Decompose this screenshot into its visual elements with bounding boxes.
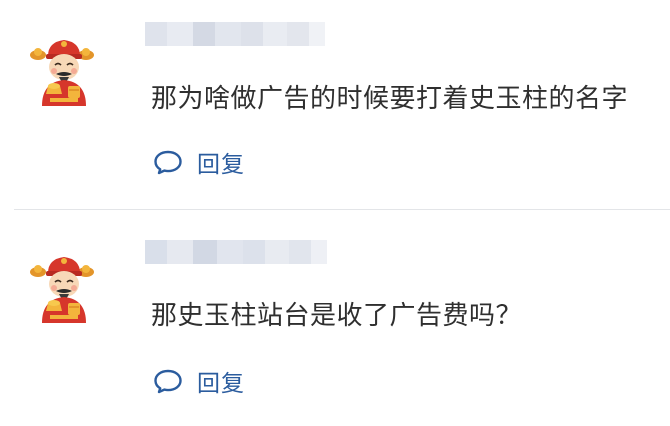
comment-item: 那为啥做广告的时候要打着史玉柱的名字 回复 — [0, 0, 670, 210]
reply-button[interactable]: 回复 — [153, 364, 245, 398]
fortune-god-avatar-icon[interactable] — [28, 34, 100, 106]
comment-text: 那为啥做广告的时候要打着史玉柱的名字 — [151, 84, 629, 114]
speech-bubble-icon — [153, 368, 183, 394]
username-blurred — [145, 240, 327, 264]
username-blurred — [145, 22, 325, 46]
comment-text: 那史玉柱站台是收了广告费吗？ — [151, 301, 523, 331]
speech-bubble-icon — [153, 149, 183, 175]
reply-label: 回复 — [197, 152, 245, 178]
comment-divider — [14, 209, 670, 210]
fortune-god-avatar-icon[interactable] — [28, 251, 100, 323]
reply-button[interactable]: 回复 — [153, 145, 245, 179]
comment-item: 那史玉柱站台是收了广告费吗？ 回复 — [0, 211, 670, 426]
reply-label: 回复 — [197, 371, 245, 397]
